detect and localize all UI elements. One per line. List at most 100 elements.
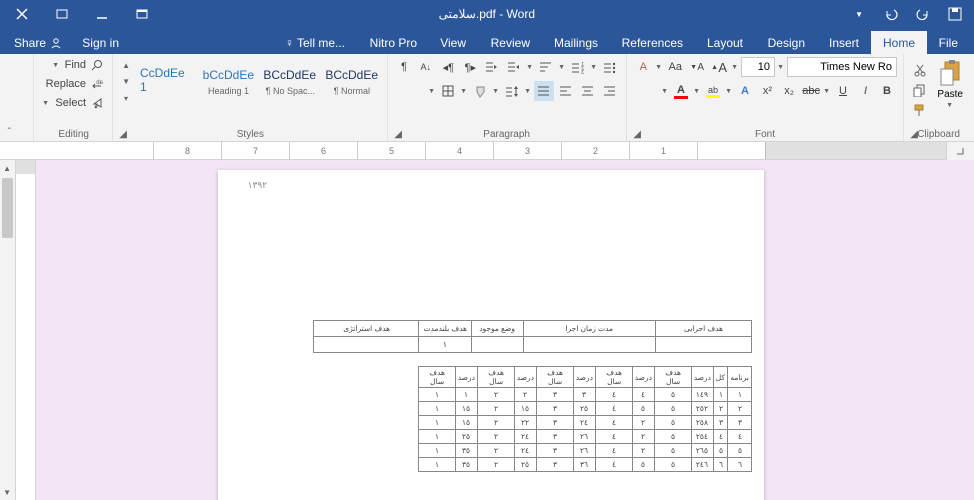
increase-indent-icon[interactable] xyxy=(482,57,502,77)
format-painter-icon[interactable] xyxy=(910,101,928,119)
tab-design[interactable]: Design xyxy=(755,31,816,54)
bold-button[interactable]: B xyxy=(877,81,897,101)
paste-button[interactable]: Paste ▼ xyxy=(932,57,968,111)
ltr-icon[interactable]: ¶▸ xyxy=(460,57,480,77)
change-case-icon[interactable]: Aa xyxy=(665,57,685,77)
share-icon xyxy=(50,37,62,49)
tab-home[interactable]: Home xyxy=(871,31,927,54)
font-size-dd-icon[interactable]: ▼ xyxy=(731,57,739,77)
maximize-icon[interactable] xyxy=(44,2,80,26)
table-1[interactable]: هدف استراتژی هدف بلندمدت وضع موجود مدت ز… xyxy=(313,320,752,353)
group-paragraph: ▼ 123▼ ▼ ¶▸ ◂¶ A↓ ¶ ▼ ▼ ▼ ▼ Paragraph◢ xyxy=(387,54,626,141)
horizontal-ruler[interactable]: 1 2 3 4 5 6 7 8 xyxy=(0,142,974,160)
style-heading-1[interactable]: bCcDdEeHeading 1 xyxy=(199,57,257,107)
save-icon[interactable] xyxy=(944,3,966,25)
grow-font-icon[interactable]: A▲ xyxy=(709,57,729,77)
font-name-select[interactable]: Times New Ro xyxy=(787,57,897,77)
ribbon-options-icon[interactable] xyxy=(124,2,160,26)
copy-icon[interactable] xyxy=(910,81,928,99)
italic-button[interactable]: I xyxy=(855,81,875,101)
table-row: ١٣٥٢٢٤٣٢٦٤٢٥٢٦٥٥٥ xyxy=(419,444,752,458)
vertical-ruler[interactable] xyxy=(16,160,36,500)
select-icon xyxy=(90,96,104,110)
select-button[interactable]: Select▼ xyxy=(40,95,106,111)
font-name-dd-icon[interactable]: ▼ xyxy=(777,57,785,77)
underline-button[interactable]: U xyxy=(833,81,853,101)
tab-insert[interactable]: Insert xyxy=(817,31,871,54)
bullets-icon[interactable] xyxy=(600,57,620,77)
align-center-icon[interactable] xyxy=(578,81,598,101)
svg-text:3: 3 xyxy=(581,70,584,74)
scroll-down-icon[interactable]: ▼ xyxy=(0,484,15,500)
tab-view[interactable]: View xyxy=(429,31,479,54)
style-heading-2[interactable]: CcDdEe 1 xyxy=(137,57,195,107)
strike-button[interactable]: abc xyxy=(801,81,821,101)
group-editing: Find▼ abReplace Select▼ Editing xyxy=(33,54,112,141)
line-spacing-icon[interactable] xyxy=(502,81,522,101)
text-effects-icon[interactable]: A xyxy=(735,81,755,101)
vertical-scrollbar[interactable]: ▲ ▼ xyxy=(0,160,16,500)
tab-tell-me[interactable]: ♀ Tell me... xyxy=(273,31,357,54)
scrollbar-thumb[interactable] xyxy=(2,178,13,238)
paragraph-launcher-icon[interactable]: ◢ xyxy=(392,128,404,140)
redo-icon[interactable] xyxy=(880,3,902,25)
collapse-ribbon-icon[interactable]: ˆ xyxy=(0,54,18,141)
sign-in-button[interactable]: Sign in xyxy=(72,32,129,54)
borders-icon[interactable] xyxy=(438,81,458,101)
group-styles: BCcDdEe¶ Normal BCcDdEe¶ No Spac... bCcD… xyxy=(112,54,387,141)
tab-file[interactable]: File xyxy=(927,31,970,54)
tab-mailings[interactable]: Mailings xyxy=(542,31,610,54)
styles-more-icon[interactable]: ▲▼▾ xyxy=(119,57,133,107)
shrink-font-icon[interactable]: A▼ xyxy=(687,57,707,77)
tab-nitro-pro[interactable]: Nitro Pro xyxy=(357,31,428,54)
cut-icon[interactable] xyxy=(910,61,928,79)
clear-format-icon[interactable]: A xyxy=(633,57,653,77)
document-area: ١٣٩٢ هدف استراتژی هدف بلندمدت وضع موجود … xyxy=(0,160,974,500)
share-button[interactable]: Share xyxy=(4,32,72,54)
styles-launcher-icon[interactable]: ◢ xyxy=(117,128,129,140)
shading-icon[interactable] xyxy=(470,81,490,101)
table-row: هدف استراتژی هدف بلندمدت وضع موجود مدت ز… xyxy=(314,321,752,337)
sort-icon[interactable]: A↓ xyxy=(416,57,436,77)
font-color-icon[interactable]: A xyxy=(671,81,691,101)
tab-review[interactable]: Review xyxy=(478,31,541,54)
page-number: ١٣٩٢ xyxy=(248,180,267,191)
document-page[interactable]: ١٣٩٢ هدف استراتژی هدف بلندمدت وضع موجود … xyxy=(218,170,764,500)
table-2[interactable]: هدف سالدرصدهدف سالدرصدهدف سالدرصدهدف سال… xyxy=(418,366,752,472)
find-button[interactable]: Find▼ xyxy=(50,57,106,73)
superscript-button[interactable]: x² xyxy=(757,81,777,101)
style-normal[interactable]: BCcDdEe¶ Normal xyxy=(323,57,381,107)
table-row: هدف سالدرصدهدف سالدرصدهدف سالدرصدهدف سال… xyxy=(419,367,752,388)
title-bar: ▼ سلامتی.pdf - Word xyxy=(0,0,974,28)
replace-button[interactable]: abReplace xyxy=(44,76,106,92)
numbering-icon[interactable]: 123 xyxy=(568,57,588,77)
highlight-icon[interactable]: ab xyxy=(703,81,723,101)
font-launcher-icon[interactable]: ◢ xyxy=(631,128,643,140)
align-right-icon[interactable] xyxy=(556,81,576,101)
table-row: ١١٥٢٢٢٣٢٤٤٢٥٢٥٨٣٣ xyxy=(419,416,752,430)
clipboard-launcher-icon[interactable]: ◢ xyxy=(908,128,920,140)
group-clipboard: Paste ▼ Clipboard◢ xyxy=(903,54,974,141)
table-row: ١ xyxy=(314,337,752,353)
multilevel-icon[interactable] xyxy=(536,57,556,77)
scroll-up-icon[interactable]: ▲ xyxy=(0,160,15,176)
rtl-icon[interactable]: ◂¶ xyxy=(438,57,458,77)
table-row: ١١٥٢١٥٣٢٥٤٥٥٢٥٢٢٢ xyxy=(419,402,752,416)
show-marks-icon[interactable]: ¶ xyxy=(394,57,414,77)
group-font: Times New Ro ▼ 10 ▼ A▲ A▼ Aa▼ A B I U▼ a… xyxy=(626,54,903,141)
table-row: ١١٢٢٣٣٤٤٥١٤٩١١ xyxy=(419,388,752,402)
minimize-icon[interactable] xyxy=(84,2,120,26)
ribbon: Paste ▼ Clipboard◢ Times New Ro ▼ 10 ▼ A… xyxy=(0,54,974,142)
tab-references[interactable]: References xyxy=(610,31,695,54)
style-no-spacing[interactable]: BCcDdEe¶ No Spac... xyxy=(261,57,319,107)
close-icon[interactable] xyxy=(4,2,40,26)
font-size-select[interactable]: 10 xyxy=(741,57,775,77)
decrease-indent-icon[interactable] xyxy=(504,57,524,77)
justify-icon[interactable] xyxy=(534,81,554,101)
undo-icon[interactable] xyxy=(912,3,934,25)
qat-customize-icon[interactable]: ▼ xyxy=(848,3,870,25)
tab-layout[interactable]: Layout xyxy=(695,31,755,54)
subscript-button[interactable]: x₂ xyxy=(779,81,799,101)
align-left-icon[interactable] xyxy=(600,81,620,101)
tab-selector-icon[interactable] xyxy=(946,142,974,160)
